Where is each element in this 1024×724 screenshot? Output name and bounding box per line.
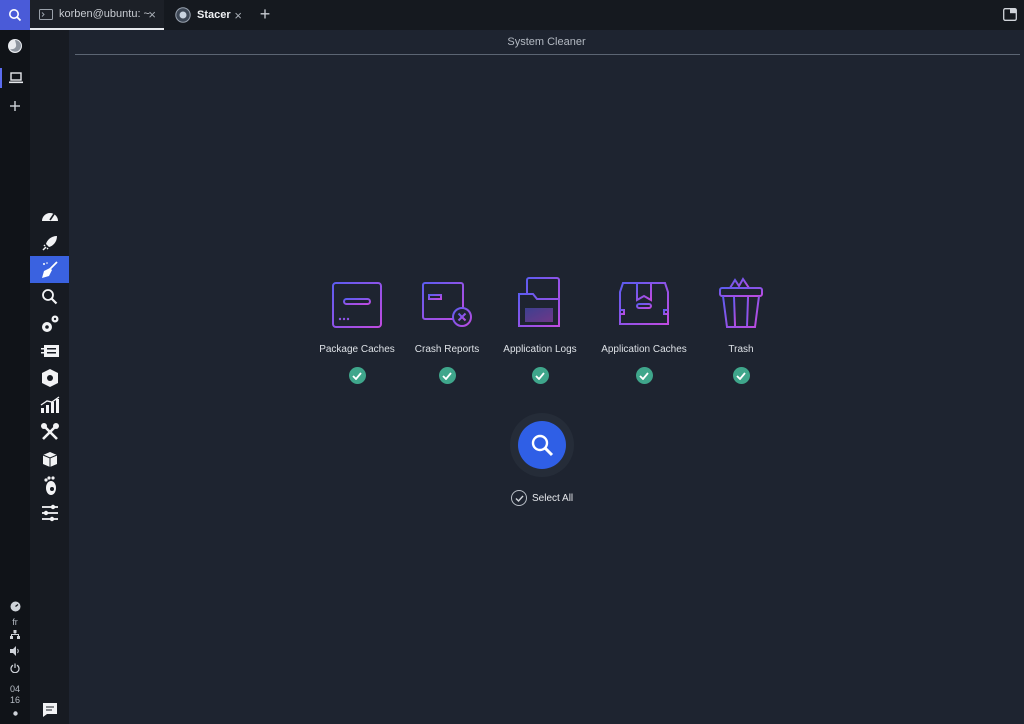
scan-button-ring xyxy=(510,413,574,477)
dock-add[interactable] xyxy=(0,100,30,112)
stacer-app-icon xyxy=(175,7,191,23)
left-dock: fr 04 16 xyxy=(0,30,30,724)
dot-indicator xyxy=(0,711,30,716)
power-icon xyxy=(10,663,20,673)
sidebar-item-system-cleaner[interactable] xyxy=(30,256,69,283)
dock-firefox[interactable] xyxy=(0,38,30,54)
dock-network[interactable] xyxy=(0,630,30,639)
dot-icon xyxy=(12,711,18,716)
sidebar-item-apt-repository[interactable] xyxy=(30,445,69,472)
feedback-button[interactable] xyxy=(30,696,69,723)
scan-button[interactable] xyxy=(518,421,566,469)
search-icon xyxy=(9,9,22,22)
volume-icon xyxy=(9,646,19,656)
category-label: Application Caches xyxy=(601,344,687,355)
window-icon[interactable] xyxy=(1003,8,1017,26)
chart-icon xyxy=(40,395,59,413)
dock-volume[interactable] xyxy=(0,646,30,656)
sidebar-item-gnome-settings[interactable] xyxy=(30,472,69,499)
sidebar-item-helpers[interactable] xyxy=(30,418,69,445)
sliders-icon xyxy=(41,504,58,521)
top-bar: korben@ubuntu: ~ × Stacer × + xyxy=(0,0,1024,30)
sidebar-item-dashboard[interactable] xyxy=(30,202,69,229)
check-icon[interactable] xyxy=(438,367,456,384)
check-icon[interactable] xyxy=(348,367,366,384)
search-button[interactable] xyxy=(0,0,30,30)
sidebar-item-services[interactable] xyxy=(30,310,69,337)
dock-power[interactable] xyxy=(0,663,30,673)
clock-hours: 04 xyxy=(9,684,20,694)
search-icon xyxy=(42,289,58,305)
speedometer-icon xyxy=(41,212,58,221)
sidebar-item-uninstaller[interactable] xyxy=(30,364,69,391)
chat-icon xyxy=(42,702,57,717)
sidebar-item-search[interactable] xyxy=(30,283,69,310)
dock-status-dial[interactable] xyxy=(0,601,30,612)
search-icon xyxy=(531,434,554,457)
rocket-icon xyxy=(41,235,57,251)
clock-minutes: 16 xyxy=(9,695,20,705)
main-panel: System Cleaner Package Caches Crash Repo… xyxy=(69,30,1024,724)
broom-icon xyxy=(41,260,58,278)
close-icon[interactable]: × xyxy=(148,7,156,22)
select-all-checkbox[interactable]: Select All xyxy=(511,490,573,506)
gears-icon xyxy=(41,315,58,332)
check-icon[interactable] xyxy=(531,367,549,384)
add-icon xyxy=(10,101,20,111)
gnome-icon xyxy=(43,475,56,495)
category-label: Trash xyxy=(728,344,754,355)
firefox-icon xyxy=(8,39,22,53)
app-sidebar xyxy=(30,30,69,724)
package-icon xyxy=(41,368,58,387)
terminal-icon xyxy=(39,8,53,20)
sidebar-item-processes[interactable] xyxy=(30,337,69,364)
title-divider xyxy=(75,54,1020,55)
trash-icon xyxy=(686,270,796,330)
tab-label: Stacer xyxy=(197,9,231,21)
check-icon[interactable] xyxy=(732,367,750,384)
network-icon xyxy=(10,630,20,639)
category-application-caches[interactable]: Application Caches xyxy=(589,270,699,384)
dock-terminal[interactable] xyxy=(0,68,30,88)
application-logs-icon xyxy=(485,270,595,330)
sidebar-item-startup[interactable] xyxy=(30,229,69,256)
new-tab-button[interactable]: + xyxy=(256,4,274,25)
page-title: System Cleaner xyxy=(507,36,586,48)
sidebar-item-resources[interactable] xyxy=(30,391,69,418)
sidebar-item-settings[interactable] xyxy=(30,499,69,526)
close-icon[interactable]: × xyxy=(234,8,242,23)
gauge-icon xyxy=(10,601,20,612)
category-label: Application Logs xyxy=(503,344,577,355)
select-all-label: Select All xyxy=(532,492,574,504)
laptop-icon xyxy=(9,72,23,84)
check-icon xyxy=(511,490,527,506)
processes-icon xyxy=(40,344,59,357)
category-application-logs[interactable]: Application Logs xyxy=(485,270,595,384)
keyboard-layout[interactable]: fr xyxy=(0,617,30,627)
check-icon[interactable] xyxy=(635,367,653,384)
tab-terminal[interactable]: korben@ubuntu: ~ × xyxy=(30,0,164,30)
application-cache-icon xyxy=(589,270,699,330)
tab-stacer[interactable]: Stacer × xyxy=(166,0,250,30)
box-icon xyxy=(42,451,57,467)
tab-label: korben@ubuntu: ~ xyxy=(59,8,150,20)
tools-icon xyxy=(40,422,59,440)
category-trash[interactable]: Trash xyxy=(686,270,796,384)
